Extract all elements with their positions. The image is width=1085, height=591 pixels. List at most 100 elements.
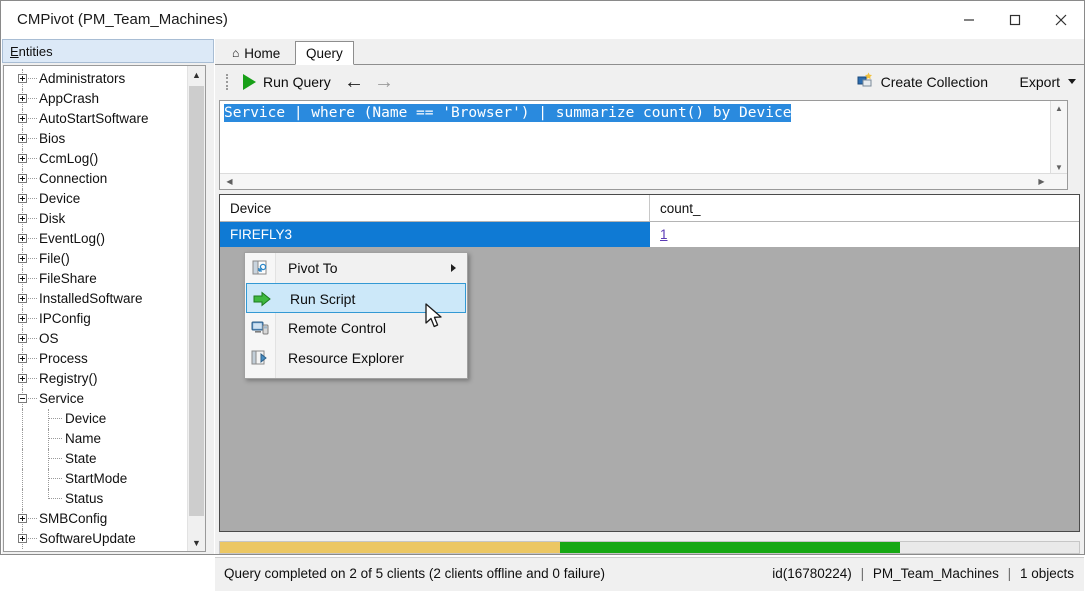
- tree-node-appcrash[interactable]: AppCrash: [4, 89, 189, 109]
- tree-line: [28, 298, 37, 300]
- entities-accel: E: [10, 44, 19, 59]
- back-button[interactable]: ←: [342, 71, 366, 93]
- column-header-device[interactable]: Device: [220, 195, 650, 221]
- entities-tree[interactable]: Administrators AppCrash AutoStartSoftware B…: [3, 65, 206, 552]
- menu-item-resource-explorer-label: Resource Explorer: [288, 350, 404, 366]
- entities-header-rest: ntities: [18, 44, 53, 59]
- create-collection-button[interactable]: Create Collection: [857, 70, 988, 93]
- tree-node-device[interactable]: Device: [4, 409, 189, 429]
- expand-icon[interactable]: [18, 194, 27, 203]
- expand-icon[interactable]: [18, 174, 27, 183]
- editor-horizontal-scrollbar[interactable]: ◀ ▶: [220, 173, 1067, 189]
- expand-icon[interactable]: [18, 294, 27, 303]
- expand-icon[interactable]: [18, 74, 27, 83]
- tree-node-ccmlog[interactable]: CcmLog(): [4, 149, 189, 169]
- expand-icon[interactable]: [18, 94, 27, 103]
- status-objects: 1 objects: [1019, 566, 1074, 581]
- tree-node-registry[interactable]: Registry(): [4, 369, 189, 389]
- cell-count[interactable]: 1: [650, 222, 1079, 247]
- menu-item-pivot-to[interactable]: Pivot To: [245, 253, 467, 283]
- tree-node-os[interactable]: OS: [4, 329, 189, 349]
- editor-scroll-down-icon[interactable]: ▼: [1051, 160, 1067, 174]
- chevron-down-icon[interactable]: [1068, 79, 1076, 84]
- minimize-button[interactable]: [946, 1, 992, 39]
- query-text[interactable]: Service | where (Name == 'Browser') | su…: [224, 104, 792, 122]
- expand-icon[interactable]: [18, 134, 27, 143]
- expand-icon[interactable]: [18, 334, 27, 343]
- tree-node-file[interactable]: File(): [4, 249, 189, 269]
- menu-item-remote-control-label: Remote Control: [288, 320, 387, 336]
- collapse-icon[interactable]: [18, 394, 27, 403]
- expand-icon[interactable]: [18, 314, 27, 323]
- tree-node-label: SoftwareUpdate: [39, 531, 136, 546]
- tree-line: [28, 358, 37, 360]
- editor-scroll-left-icon[interactable]: ◀: [222, 174, 237, 189]
- arrow-right-icon: →: [374, 71, 394, 93]
- expand-icon[interactable]: [18, 234, 27, 243]
- tree-scroll-thumb[interactable]: [189, 86, 204, 516]
- tree-node-autostartsoftware[interactable]: AutoStartSoftware: [4, 109, 189, 129]
- tree-line: [22, 449, 24, 469]
- status-sep-1: |: [860, 566, 865, 581]
- tree-node-service[interactable]: Service: [4, 389, 189, 409]
- query-editor[interactable]: Service | where (Name == 'Browser') | su…: [219, 100, 1068, 190]
- status-collection: PM_Team_Machines: [872, 566, 999, 581]
- tree-node-label: State: [65, 451, 97, 466]
- expand-icon[interactable]: [18, 374, 27, 383]
- tree-node-device[interactable]: Device: [4, 189, 189, 209]
- forward-button[interactable]: →: [372, 71, 396, 93]
- tree-node-administrators[interactable]: Administrators: [4, 69, 189, 89]
- scroll-up-icon[interactable]: ▲: [188, 66, 205, 83]
- tab-query[interactable]: Query: [295, 41, 354, 65]
- column-header-count[interactable]: count_: [650, 195, 1079, 221]
- status-bar: Query completed on 2 of 5 clients (2 cli…: [215, 557, 1084, 591]
- tree-line: [22, 409, 24, 429]
- expand-icon[interactable]: [18, 154, 27, 163]
- tree-node-label: Connection: [39, 171, 108, 186]
- tree-node-eventlog[interactable]: EventLog(): [4, 229, 189, 249]
- menu-item-resource-explorer[interactable]: Resource Explorer: [245, 343, 467, 373]
- tree-node-softwareupdate[interactable]: SoftwareUpdate: [4, 529, 189, 549]
- cell-device[interactable]: FIREFLY3: [220, 222, 650, 247]
- run-query-button[interactable]: Run Query: [237, 70, 337, 93]
- expand-icon[interactable]: [18, 534, 27, 543]
- tree-line: [28, 338, 37, 340]
- tree-node-smbconfig[interactable]: SMBConfig: [4, 509, 189, 529]
- export-button[interactable]: Export: [1020, 70, 1076, 93]
- tree-node-installedsoftware[interactable]: InstalledSoftware: [4, 289, 189, 309]
- progress-offline-segment: [220, 542, 560, 553]
- expand-icon[interactable]: [18, 274, 27, 283]
- editor-vertical-scrollbar[interactable]: ▲ ▼: [1050, 101, 1067, 174]
- close-button[interactable]: [1038, 1, 1084, 39]
- tree-node-bios[interactable]: Bios: [4, 129, 189, 149]
- tree-node-ipconfig[interactable]: IPConfig: [4, 309, 189, 329]
- tree-line: [28, 378, 37, 380]
- editor-scroll-up-icon[interactable]: ▲: [1051, 101, 1067, 115]
- scroll-down-icon[interactable]: ▼: [188, 534, 205, 551]
- expand-icon[interactable]: [18, 354, 27, 363]
- table-row[interactable]: FIREFLY3 1: [220, 222, 1079, 247]
- tree-node-label: FileShare: [39, 271, 97, 286]
- tree-node-state[interactable]: State: [4, 449, 189, 469]
- tree-line: [48, 478, 62, 480]
- tree-node-status[interactable]: Status: [4, 489, 189, 509]
- maximize-button[interactable]: [992, 1, 1038, 39]
- tree-node-fileshare[interactable]: FileShare: [4, 269, 189, 289]
- expand-icon[interactable]: [18, 114, 27, 123]
- tree-line: [28, 518, 37, 520]
- expand-icon[interactable]: [18, 254, 27, 263]
- tree-node-name[interactable]: Name: [4, 429, 189, 449]
- play-icon: [243, 73, 256, 90]
- expand-icon[interactable]: [18, 214, 27, 223]
- tree-node-connection[interactable]: Connection: [4, 169, 189, 189]
- tree-scrollbar[interactable]: ▲ ▼: [187, 66, 205, 551]
- editor-scroll-right-icon[interactable]: ▶: [1034, 174, 1049, 189]
- tree-node-process[interactable]: Process: [4, 349, 189, 369]
- tree-node-startmode[interactable]: StartMode: [4, 469, 189, 489]
- tree-node-label: OS: [39, 331, 59, 346]
- expand-icon[interactable]: [18, 514, 27, 523]
- tree-node-label: Administrators: [39, 71, 126, 86]
- tree-node-disk[interactable]: Disk: [4, 209, 189, 229]
- count-link[interactable]: 1: [660, 227, 668, 242]
- tab-home[interactable]: ⌂ Home: [222, 42, 291, 64]
